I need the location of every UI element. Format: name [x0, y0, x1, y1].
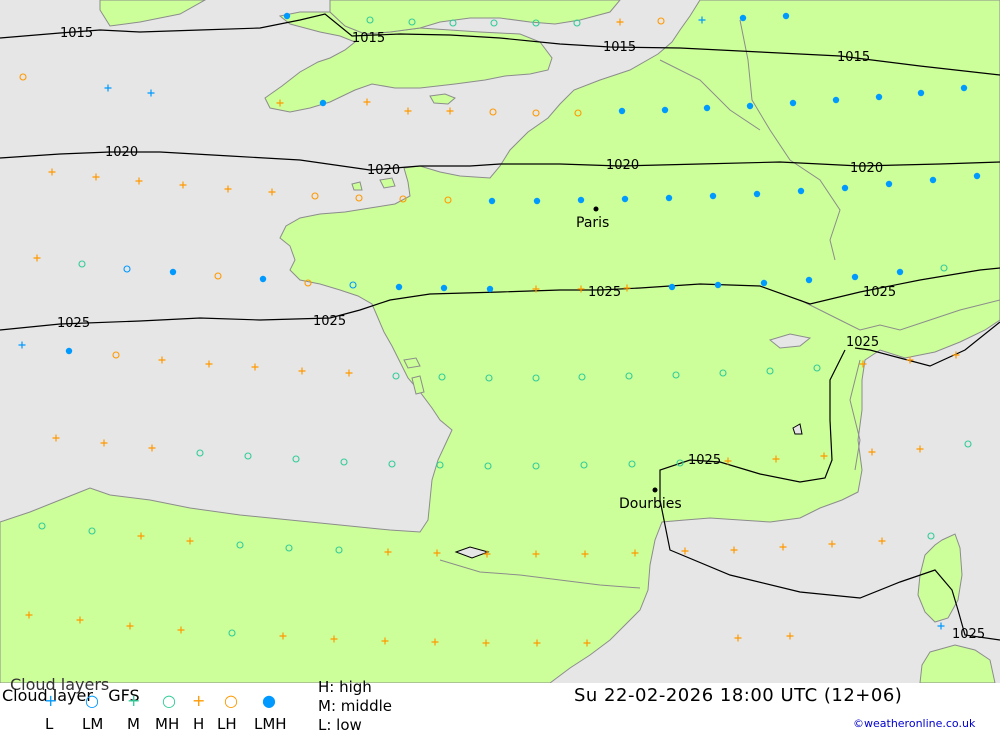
weather-map-screen: 1015 1015 1015 1015 1020 1020 1020 1020 … — [0, 0, 1000, 734]
isobar-label: 1025 — [863, 285, 896, 300]
cloud-dot-symbol — [875, 93, 883, 101]
city-marker-paris — [593, 206, 599, 212]
cloud-dot-symbol — [169, 268, 177, 276]
isobar-label: 1025 — [313, 314, 346, 329]
isobar-label: 1020 — [105, 145, 138, 160]
isobar-label: 1015 — [352, 31, 385, 46]
cloud-dot-symbol — [709, 192, 717, 200]
isobar-label: 1020 — [606, 158, 639, 173]
city-label-paris: Paris — [576, 215, 609, 231]
cloud-dot-symbol — [885, 180, 893, 188]
cloud-dot-symbol — [832, 96, 840, 104]
isobar-label: 1025 — [57, 316, 90, 331]
isobar-label: 1015 — [837, 50, 870, 65]
isobar-label: 1025 — [846, 335, 879, 350]
cloud-dot-symbol — [805, 276, 813, 284]
isobar-label: 1020 — [367, 163, 400, 178]
legend-label-l: L — [45, 715, 54, 733]
cloud-dot-symbol — [797, 187, 805, 195]
cloud-dot-symbol — [259, 275, 267, 283]
cloud-layers-map: 1015 1015 1015 1015 1020 1020 1020 1020 … — [0, 0, 1000, 683]
cloud-dot-symbol — [896, 268, 904, 276]
city-label-dourbies: Dourbies — [619, 496, 682, 512]
legend-low: L: low — [318, 716, 362, 734]
isobar-label: 1025 — [588, 285, 621, 300]
isobar-label: 1020 — [850, 161, 883, 176]
cloud-dot-symbol — [661, 106, 669, 114]
land-guernsey — [351, 181, 363, 191]
legend-label-lh: LH — [217, 715, 237, 733]
cloud-dot-symbol — [395, 283, 403, 291]
cloud-dot-symbol — [760, 279, 768, 287]
cloud-dot-symbol — [753, 190, 761, 198]
cloud-dot-symbol — [851, 273, 859, 281]
footer-legend: Cloud layers Cloud layer GFS H: high M: … — [0, 675, 1000, 734]
cloud-dot-symbol — [929, 176, 937, 184]
legend-symbol-l: + — [44, 691, 58, 710]
isobar-label: 1025 — [688, 453, 721, 468]
cloud-dot-symbol — [668, 283, 676, 291]
cloud-dot-symbol — [533, 197, 541, 205]
cloud-dot-symbol — [440, 284, 448, 292]
isobar-label: 1015 — [60, 26, 93, 41]
cloud-dot-symbol — [739, 14, 747, 22]
cloud-dot-symbol — [841, 184, 849, 192]
cloud-dot-symbol — [782, 12, 790, 20]
cloud-dot-symbol — [486, 285, 494, 293]
cloud-dot-symbol — [973, 172, 981, 180]
cloud-dot-symbol — [746, 102, 754, 110]
cloud-dot-symbol — [618, 107, 626, 115]
cloud-dot-symbol — [621, 195, 629, 203]
legend-symbol-lh: ○ — [224, 691, 238, 710]
cloud-dot-symbol — [665, 194, 673, 202]
cloud-dot-symbol — [960, 84, 968, 92]
legend-symbol-h: + — [192, 691, 206, 710]
cloud-dot-symbol — [488, 197, 496, 205]
legend-label-lm: LM — [82, 715, 104, 733]
legend-symbol-lm: ○ — [85, 691, 99, 710]
cloud-dot-symbol — [714, 281, 722, 289]
title-cloud-layer-gfs: Cloud layer GFS — [2, 686, 140, 705]
legend-symbol-mh: ○ — [162, 691, 176, 710]
cloud-dot-symbol — [319, 99, 327, 107]
city-marker-dourbies — [652, 487, 658, 493]
legend-symbol-m: + — [127, 691, 141, 710]
legend-middle: M: middle — [318, 697, 392, 715]
isobar-label: 1015 — [603, 40, 636, 55]
cloud-dot-symbol — [577, 196, 585, 204]
legend-label-mh: MH — [155, 715, 180, 733]
forecast-datetime: Su 22-02-2026 18:00 UTC (12+06) — [574, 685, 903, 706]
cloud-dot-symbol — [283, 12, 291, 20]
legend-high: H: high — [318, 678, 372, 696]
credit-link[interactable]: ©weatheronline.co.uk — [853, 717, 975, 730]
cloud-dot-symbol — [789, 99, 797, 107]
cloud-dot-symbol — [917, 89, 925, 97]
legend-label-m: M — [127, 715, 140, 733]
isobar-label: 1025 — [952, 627, 985, 642]
cloud-dot-symbol — [703, 104, 711, 112]
legend-label-lmh: LMH — [254, 715, 287, 733]
legend-symbol-lmh: ● — [262, 691, 276, 710]
cloud-dot-symbol — [65, 347, 73, 355]
legend-label-h: H — [193, 715, 205, 733]
